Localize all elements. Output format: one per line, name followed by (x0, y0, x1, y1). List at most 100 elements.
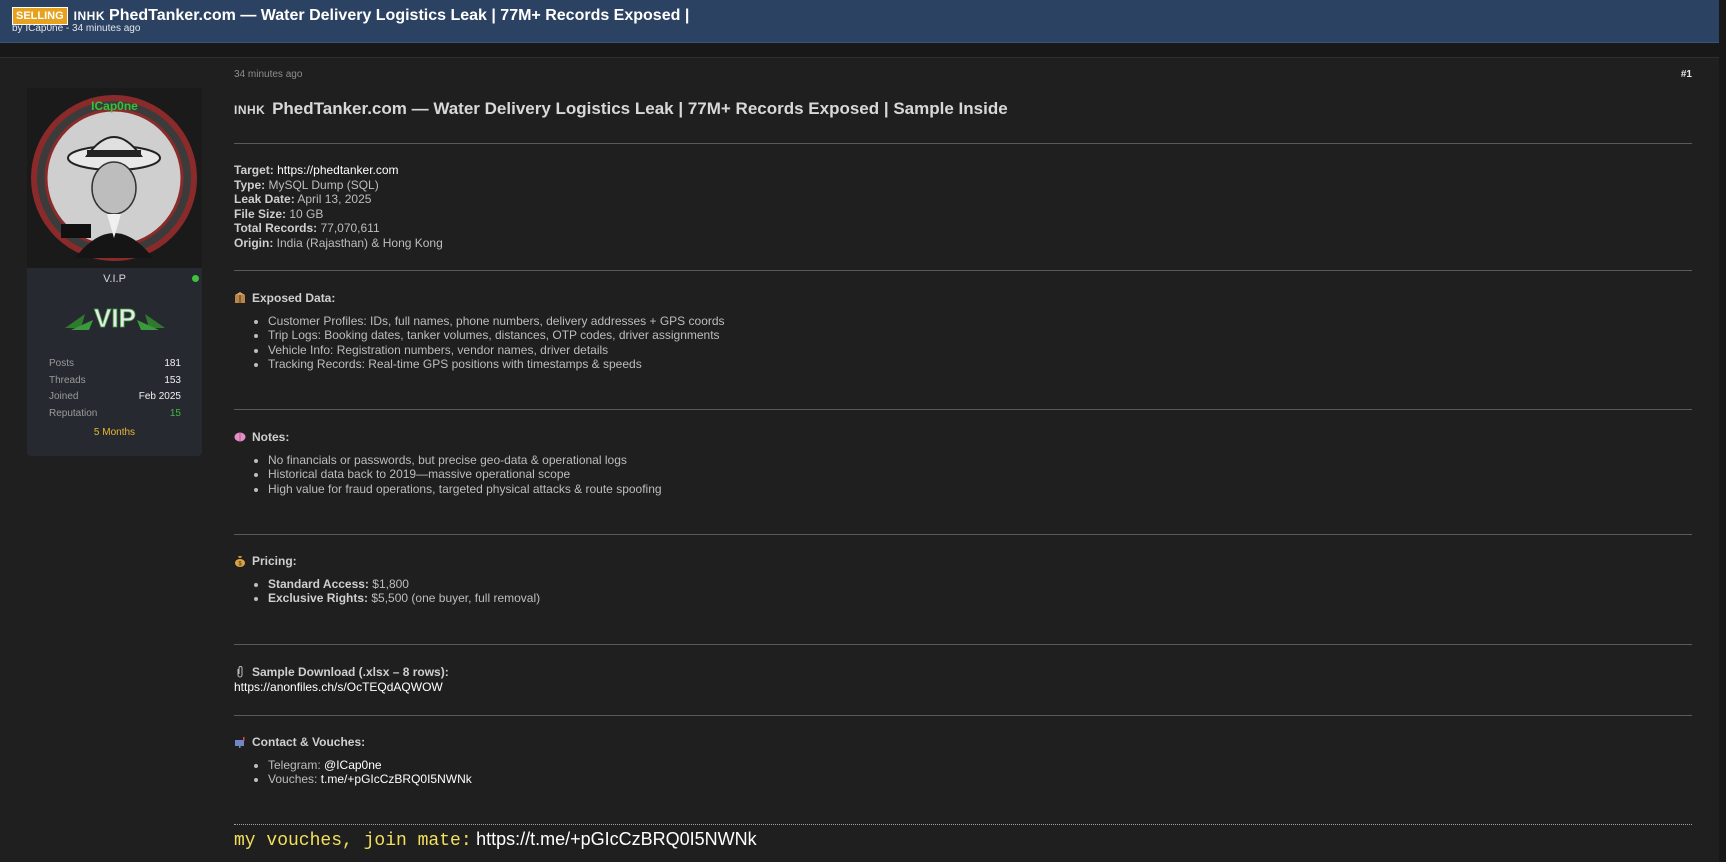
user-stats: Posts 181 Threads 153 Joined Feb 2025 Re… (49, 356, 181, 422)
list-item: Vehicle Info: Registration numbers, vend… (268, 343, 725, 358)
country-code: INHK (73, 9, 106, 23)
list-item: Tracking Records: Real-time GPS position… (268, 357, 725, 372)
mailbox-icon (234, 736, 246, 749)
list-item: High value for fraud operations, targete… (268, 482, 662, 497)
contact-label: Telegram: (268, 757, 321, 772)
signature-link[interactable]: https://t.me/+pGIcCzBRQ0I5NWNk (476, 829, 757, 849)
signature-text: my vouches, join mate: (234, 831, 472, 851)
post-heading: INHK PhedTanker.com — Water Delivery Log… (234, 99, 1008, 119)
stat-value: 181 (164, 358, 181, 369)
telegram-link[interactable]: @ICap0ne (324, 758, 382, 772)
detail-value: India (Rajasthan) & Hong Kong (276, 235, 443, 250)
section-title-text: Exposed Data: (252, 291, 336, 305)
post-content: 34 minutes ago #1 INHK PhedTanker.com — … (234, 58, 1692, 862)
section-title: $ Pricing: (234, 554, 540, 569)
contact-list: Telegram: @ICap0ne Vouches: t.me/+pGIcCz… (234, 758, 472, 787)
online-status-icon (192, 275, 199, 282)
sample-section: Sample Download (.xlsx – 8 rows): https:… (234, 665, 449, 694)
stat-threads: Threads 153 (49, 373, 181, 390)
stat-reputation: Reputation 15 (49, 406, 181, 423)
stat-label: Joined (49, 391, 79, 402)
divider (234, 715, 1692, 716)
price-label: Standard Access: (268, 576, 369, 591)
stat-label: Posts (49, 358, 75, 369)
detail-label: Leak Date: (234, 192, 295, 206)
list-item: Vouches: t.me/+pGIcCzBRQ0I5NWNk (268, 772, 472, 787)
section-title-text: Notes: (252, 430, 290, 444)
contact-label: Vouches: (268, 772, 318, 786)
list-item: Trip Logs: Booking dates, tanker volumes… (268, 328, 725, 343)
post-number-link[interactable]: #1 (1681, 69, 1692, 80)
section-title: Sample Download (.xlsx – 8 rows): (234, 665, 449, 680)
detail-label: File Size: (234, 206, 287, 221)
thread-byline: by ICap0ne - 34 minutes ago (12, 23, 141, 34)
pricing-section: $ Pricing: Standard Access: $1,800 Exclu… (234, 554, 540, 606)
stat-label: Reputation (49, 407, 98, 419)
detail-value: 10 GB (289, 206, 324, 221)
detail-label: Origin: (234, 235, 274, 250)
divider (234, 534, 1692, 535)
vip-rank-badge: VIP (63, 298, 167, 336)
avatar-image (27, 88, 202, 268)
target-link[interactable]: https://phedtanker.com (277, 163, 398, 177)
list-item: No financials or passwords, but precise … (268, 453, 662, 468)
vip-logo-text: VIP (94, 303, 136, 333)
divider (234, 644, 1692, 645)
brain-icon (234, 431, 246, 443)
section-title-text: Sample Download (.xlsx – 8 rows): (252, 665, 449, 679)
vouches-link[interactable]: t.me/+pGIcCzBRQ0I5NWNk (321, 772, 472, 786)
section-title: Exposed Data: (234, 291, 725, 306)
user-rank: V.I.P (103, 273, 126, 285)
leak-details: Target: https://phedtanker.com Type: MyS… (234, 163, 443, 250)
thread-header: SELLING INHK PhedTanker.com — Water Deli… (0, 0, 1719, 43)
detail-label: Target: (234, 163, 274, 177)
sample-download-link[interactable]: https://anonfiles.ch/s/OcTEQdAQWOW (234, 680, 449, 695)
notes-list: No financials or passwords, but precise … (234, 453, 662, 497)
money-bag-icon: $ (234, 555, 246, 568)
divider (234, 409, 1692, 410)
post-country-code: INHK (234, 103, 266, 117)
list-item: Customer Profiles: IDs, full names, phon… (268, 314, 725, 329)
price-label: Exclusive Rights: (268, 591, 369, 605)
section-title: Contact & Vouches: (234, 735, 472, 750)
signature: my vouches, join mate: https://t.me/+pGI… (234, 829, 757, 851)
post-heading-text: PhedTanker.com — Water Delivery Logistic… (272, 99, 1008, 118)
exposed-data-list: Customer Profiles: IDs, full names, phon… (234, 314, 725, 372)
detail-label: Total Records: (234, 221, 318, 235)
thread-title[interactable]: PhedTanker.com — Water Delivery Logistic… (109, 7, 689, 25)
detail-value: 77,070,611 (320, 221, 380, 235)
avatar-username[interactable]: ICap0ne (27, 99, 202, 113)
reputation-value[interactable]: 15 (170, 406, 181, 423)
list-item: Exclusive Rights: $5,500 (one buyer, ful… (268, 591, 540, 606)
section-title-text: Pricing: (252, 554, 297, 568)
post-timestamp: 34 minutes ago (234, 69, 303, 80)
detail-value: MySQL Dump (SQL) (268, 177, 379, 192)
list-item: Standard Access: $1,800 (268, 577, 540, 592)
user-avatar[interactable]: ICap0ne (27, 88, 202, 268)
signature-divider (234, 824, 1692, 825)
list-item: Telegram: @ICap0ne (268, 758, 472, 773)
detail-label: Type: (234, 177, 266, 192)
contact-section: Contact & Vouches: Telegram: @ICap0ne Vo… (234, 735, 472, 787)
price-value: $1,800 (372, 576, 409, 591)
package-icon (234, 292, 246, 304)
stat-label: Threads (49, 374, 86, 386)
user-rank-row: V.I.P (27, 270, 202, 288)
stat-value: 153 (164, 374, 181, 386)
user-sidebar: ICap0ne V.I.P VIP Posts 181 Threads 153 (27, 88, 202, 456)
divider (234, 270, 1692, 271)
paperclip-icon (234, 666, 246, 678)
section-title: Notes: (234, 430, 662, 445)
stat-value: Feb 2025 (138, 391, 181, 402)
notes-section: Notes: No financials or passwords, but p… (234, 430, 662, 496)
stat-posts: Posts 181 (49, 356, 181, 373)
post-container: ICap0ne V.I.P VIP Posts 181 Threads 153 (0, 57, 1719, 862)
pricing-list: Standard Access: $1,800 Exclusive Rights… (234, 577, 540, 606)
exposed-data-section: Exposed Data: Customer Profiles: IDs, fu… (234, 291, 725, 372)
membership-duration: 5 Months (93, 427, 136, 438)
price-value: $5,500 (one buyer, full removal) (371, 591, 541, 605)
list-item: Historical data back to 2019—massive ope… (268, 467, 662, 482)
stat-joined: Joined Feb 2025 (49, 389, 181, 406)
section-title-text: Contact & Vouches: (252, 735, 366, 749)
detail-value: April 13, 2025 (297, 192, 372, 206)
